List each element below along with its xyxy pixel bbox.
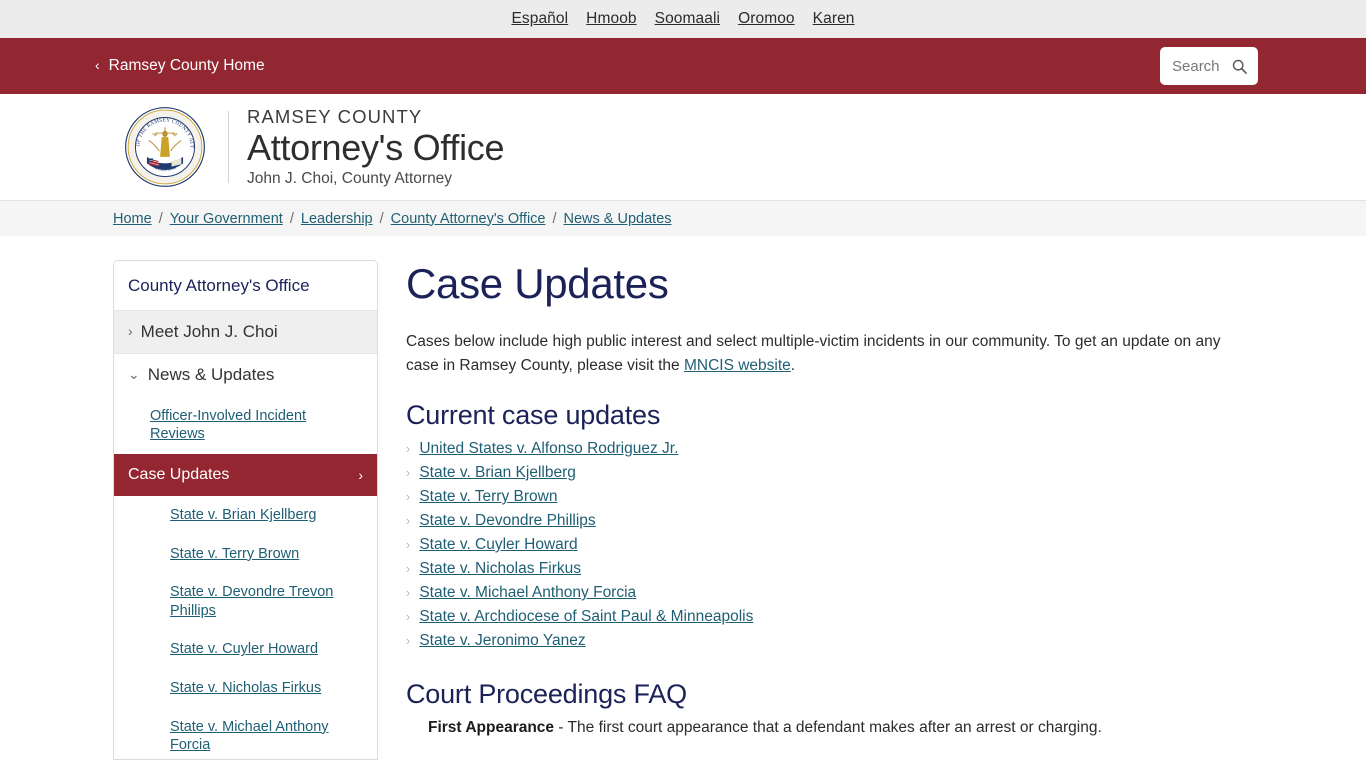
case-link[interactable]: State v. Michael Anthony Forcia	[419, 584, 636, 602]
masthead-county: RAMSEY COUNTY	[247, 105, 423, 127]
faq-term: First Appearance	[428, 719, 555, 737]
chevron-right-icon: ›	[406, 513, 411, 529]
breadcrumb-separator: /	[552, 210, 557, 227]
main-content: Case Updates Cases below include high pu…	[406, 260, 1276, 768]
case-link[interactable]: State v. Archdiocese of Saint Paul & Min…	[419, 608, 753, 626]
sidebar-item-meet-john-j-choi[interactable]: › Meet John J. Choi	[114, 310, 377, 353]
case-updates-list: › United States v. Alfonso Rodriguez Jr.…	[406, 437, 1276, 653]
list-item[interactable]: › State v. Jeronimo Yanez	[406, 629, 1276, 653]
search-input[interactable]	[1170, 56, 1232, 76]
list-item[interactable]: › State v. Archdiocese of Saint Paul & M…	[406, 605, 1276, 629]
ramsey-county-home-link[interactable]: ‹ Ramsey County Home	[95, 57, 265, 75]
case-link[interactable]: State v. Devondre Phillips	[419, 512, 595, 530]
section-title-court-proceedings-faq: Court Proceedings FAQ	[406, 679, 687, 710]
section-title-current-case-updates: Current case updates	[406, 400, 661, 431]
sidebar-subitem-label[interactable]: Officer-Involved Incident Reviews	[150, 407, 361, 443]
intro-paragraph: Cases below include high public interest…	[406, 330, 1256, 378]
breadcrumb-item-your-government[interactable]: Your Government	[170, 211, 283, 227]
breadcrumb: Home / Your Government / Leadership / Co…	[0, 200, 1366, 236]
list-item[interactable]: › United States v. Alfonso Rodriguez Jr.	[406, 437, 1276, 461]
list-item[interactable]: › State v. Michael Anthony Forcia	[406, 581, 1276, 605]
sidebar-case-link-item[interactable]: State v. Michael Anthony Forcia	[114, 707, 377, 759]
utility-bar: ‹ Ramsey County Home	[0, 38, 1366, 94]
intro-text-after: .	[790, 357, 796, 375]
list-item[interactable]: › State v. Terry Brown	[406, 485, 1276, 509]
case-link[interactable]: State v. Brian Kjellberg	[419, 464, 576, 482]
chevron-down-icon: ⌄	[128, 366, 140, 382]
sidebar-item-case-updates-active[interactable]: Case Updates ›	[114, 454, 377, 497]
sidebar-case-link-item[interactable]: State v. Nicholas Firkus	[114, 668, 377, 708]
sidebar-case-link-label[interactable]: State v. Cuyler Howard	[170, 640, 318, 659]
chevron-right-icon: ›	[406, 441, 411, 457]
breadcrumb-item-county-attorneys-office[interactable]: County Attorney's Office	[391, 211, 546, 227]
sidebar-case-link-item[interactable]: State v. Terry Brown	[114, 534, 377, 574]
mncis-website-link[interactable]: MNCIS website	[684, 357, 791, 374]
breadcrumb-separator: /	[289, 210, 294, 227]
case-link[interactable]: State v. Terry Brown	[419, 488, 557, 506]
breadcrumb-item-home[interactable]: Home	[113, 211, 152, 227]
sidebar-case-link-label[interactable]: State v. Brian Kjellberg	[170, 506, 316, 525]
case-link[interactable]: State v. Cuyler Howard	[419, 536, 577, 554]
chevron-right-icon: ›	[406, 465, 411, 481]
breadcrumb-item-news-updates[interactable]: News & Updates	[564, 211, 672, 227]
chevron-right-icon: ›	[406, 633, 411, 649]
chevron-right-icon: ›	[406, 561, 411, 577]
sidebar-case-link-label[interactable]: State v. Terry Brown	[170, 545, 299, 564]
masthead-divider	[228, 111, 229, 183]
faq-first-appearance: First Appearance - The first court appea…	[428, 716, 1276, 739]
chevron-right-icon: ›	[358, 467, 363, 484]
list-item[interactable]: › State v. Brian Kjellberg	[406, 461, 1276, 485]
sidebar-case-link-item[interactable]: State v. Cuyler Howard	[114, 630, 377, 669]
home-link-label: Ramsey County Home	[108, 57, 265, 74]
sidebar-case-link-item[interactable]: State v. Brian Kjellberg	[114, 496, 377, 535]
sidebar-case-link-item[interactable]: State v. Devondre Trevon Phillips	[114, 573, 377, 631]
language-link-oromoo[interactable]: Oromoo	[729, 10, 804, 28]
chevron-left-icon: ‹	[95, 57, 100, 73]
page-body: County Attorney's Office › Meet John J. …	[0, 236, 1366, 768]
language-link-espanol[interactable]: Español	[502, 10, 577, 28]
sidebar-active-label: Case Updates	[128, 466, 230, 484]
sidebar-case-link-label[interactable]: State v. Michael Anthony Forcia	[170, 718, 363, 755]
search-icon[interactable]	[1232, 59, 1247, 74]
case-link[interactable]: State v. Nicholas Firkus	[419, 560, 581, 578]
masthead: OFFICE OF THE RAMSEY COUNTY ATTORNEY Min…	[0, 94, 1366, 200]
chevron-right-icon: ›	[128, 323, 133, 339]
breadcrumb-separator: /	[379, 210, 384, 227]
sidebar-item-label: Meet John J. Choi	[140, 322, 278, 341]
faq-definition: - The first court appearance that a defe…	[554, 719, 1102, 737]
intro-text-before: Cases below include high public interest…	[406, 333, 1221, 375]
sidebar-case-link-label[interactable]: State v. Devondre Trevon Phillips	[170, 583, 363, 620]
list-item[interactable]: › State v. Nicholas Firkus	[406, 557, 1276, 581]
sidebar-item-news-updates[interactable]: ⌄ News & Updates	[114, 353, 377, 396]
masthead-title: Attorney's Office	[247, 127, 505, 169]
language-link-karen[interactable]: Karen	[804, 10, 864, 28]
sidebar-subitem-officer-involved-incident-reviews[interactable]: Officer-Involved Incident Reviews	[114, 396, 377, 455]
sidebar-case-link-label[interactable]: State v. Nicholas Firkus	[170, 679, 321, 698]
list-item[interactable]: › State v. Cuyler Howard	[406, 533, 1276, 557]
breadcrumb-item-leadership[interactable]: Leadership	[301, 211, 373, 227]
chevron-right-icon: ›	[406, 585, 411, 601]
language-bar: Español Hmoob Soomaali Oromoo Karen	[0, 0, 1366, 38]
list-item[interactable]: › State v. Devondre Phillips	[406, 509, 1276, 533]
breadcrumb-separator: /	[158, 210, 163, 227]
language-link-soomaali[interactable]: Soomaali	[646, 10, 729, 28]
case-link[interactable]: United States v. Alfonso Rodriguez Jr.	[419, 440, 678, 458]
language-link-hmoob[interactable]: Hmoob	[577, 10, 645, 28]
sidebar-item-label: News & Updates	[147, 365, 275, 384]
chevron-right-icon: ›	[406, 609, 411, 625]
masthead-subtitle: John J. Choi, County Attorney	[247, 169, 453, 187]
page-title: Case Updates	[406, 260, 669, 307]
sidebar-heading: County Attorney's Office	[114, 261, 377, 310]
case-link[interactable]: State v. Jeronimo Yanez	[419, 632, 585, 650]
ramsey-county-attorney-seal-icon: OFFICE OF THE RAMSEY COUNTY ATTORNEY Min…	[124, 106, 205, 187]
sidebar-navigation: County Attorney's Office › Meet John J. …	[113, 260, 378, 760]
chevron-right-icon: ›	[406, 489, 411, 505]
chevron-right-icon: ›	[406, 537, 411, 553]
search-box[interactable]	[1160, 47, 1258, 85]
